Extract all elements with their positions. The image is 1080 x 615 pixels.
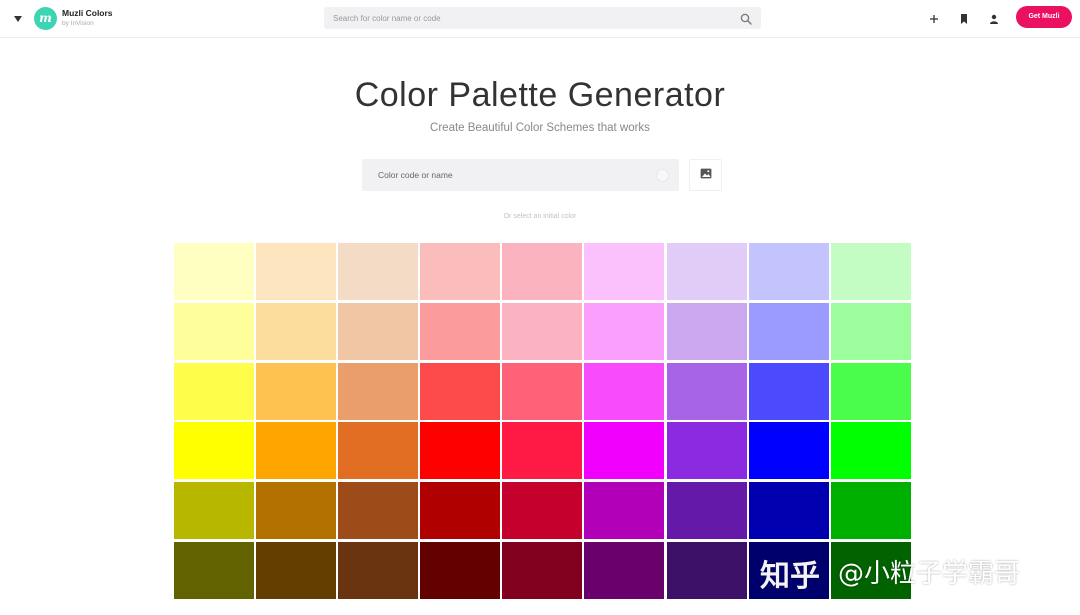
select-initial-color-hint: Or select an initial color xyxy=(503,213,577,220)
color-swatch[interactable] xyxy=(174,422,254,480)
color-swatch[interactable] xyxy=(666,362,747,420)
get-muzli-button[interactable]: Get Muzli xyxy=(1016,6,1072,28)
page-subtitle: Create Beautiful Color Schemes that work… xyxy=(430,122,650,134)
loading-spinner-icon xyxy=(656,169,669,182)
top-bar: m Muzli Colors by InVision Get Muzli xyxy=(0,0,1080,38)
color-swatch[interactable] xyxy=(584,243,665,300)
upload-image-button[interactable] xyxy=(689,159,722,191)
color-swatch[interactable] xyxy=(502,243,583,300)
color-swatch[interactable] xyxy=(420,422,501,480)
color-swatch[interactable] xyxy=(174,541,254,599)
color-swatch[interactable] xyxy=(830,362,911,420)
color-swatch[interactable] xyxy=(584,362,665,420)
watermark-author: @小粒子学霸哥 xyxy=(838,559,1021,589)
color-swatch[interactable] xyxy=(748,362,829,420)
color-swatch[interactable] xyxy=(338,422,419,480)
color-swatch[interactable] xyxy=(666,302,747,360)
brand-logo[interactable]: m xyxy=(34,7,57,30)
color-swatch[interactable] xyxy=(830,422,911,480)
color-swatch[interactable] xyxy=(502,362,583,420)
color-swatch[interactable] xyxy=(256,302,337,360)
color-swatch[interactable] xyxy=(338,482,419,540)
color-swatch[interactable] xyxy=(748,422,829,480)
color-swatch[interactable] xyxy=(420,541,501,599)
color-swatch[interactable] xyxy=(830,302,911,360)
color-swatch[interactable] xyxy=(666,482,747,540)
color-swatch[interactable] xyxy=(584,482,665,540)
plus-icon[interactable] xyxy=(924,9,944,29)
color-swatch[interactable] xyxy=(256,541,337,599)
image-icon xyxy=(700,166,712,184)
brand-subtitle: by InVision xyxy=(62,20,94,27)
color-swatch[interactable] xyxy=(256,422,337,480)
color-swatch[interactable] xyxy=(748,243,829,300)
header-search xyxy=(324,7,761,29)
color-swatch[interactable] xyxy=(584,422,665,480)
color-swatch[interactable] xyxy=(666,243,747,300)
search-icon[interactable] xyxy=(740,12,752,25)
color-input-wrapper xyxy=(362,159,679,191)
color-swatch[interactable] xyxy=(256,362,337,420)
color-swatch[interactable] xyxy=(338,243,419,300)
color-swatch[interactable] xyxy=(174,243,254,300)
color-swatch[interactable] xyxy=(174,362,254,420)
color-swatch[interactable] xyxy=(502,541,583,599)
color-swatch[interactable] xyxy=(666,541,747,599)
color-swatch[interactable] xyxy=(420,362,501,420)
color-swatch[interactable] xyxy=(666,422,747,480)
color-swatch[interactable] xyxy=(338,302,419,360)
color-swatch[interactable] xyxy=(584,541,665,599)
color-swatch[interactable] xyxy=(502,302,583,360)
color-swatch[interactable] xyxy=(502,422,583,480)
color-swatch[interactable] xyxy=(338,362,419,420)
color-swatch[interactable] xyxy=(830,243,911,300)
color-swatch[interactable] xyxy=(830,482,911,540)
color-swatch[interactable] xyxy=(256,482,337,540)
bookmark-icon[interactable] xyxy=(954,9,974,29)
user-icon[interactable] xyxy=(984,9,1004,29)
color-swatch-grid xyxy=(174,243,911,599)
color-swatch[interactable] xyxy=(420,302,501,360)
color-swatch[interactable] xyxy=(748,482,829,540)
watermark-text: 知乎 xyxy=(760,559,820,594)
color-swatch[interactable] xyxy=(256,243,337,300)
color-swatch[interactable] xyxy=(338,541,419,599)
color-swatch[interactable] xyxy=(748,302,829,360)
search-input[interactable] xyxy=(324,7,724,29)
color-swatch[interactable] xyxy=(174,482,254,540)
color-swatch[interactable] xyxy=(420,482,501,540)
page-title: Color Palette Generator xyxy=(354,76,726,114)
color-swatch[interactable] xyxy=(584,302,665,360)
color-swatch[interactable] xyxy=(420,243,501,300)
color-swatch[interactable] xyxy=(502,482,583,540)
color-swatch[interactable] xyxy=(174,302,254,360)
color-code-input[interactable] xyxy=(362,159,652,191)
menu-dropdown-icon[interactable] xyxy=(12,12,26,26)
brand-name[interactable]: Muzli Colors xyxy=(62,8,113,18)
